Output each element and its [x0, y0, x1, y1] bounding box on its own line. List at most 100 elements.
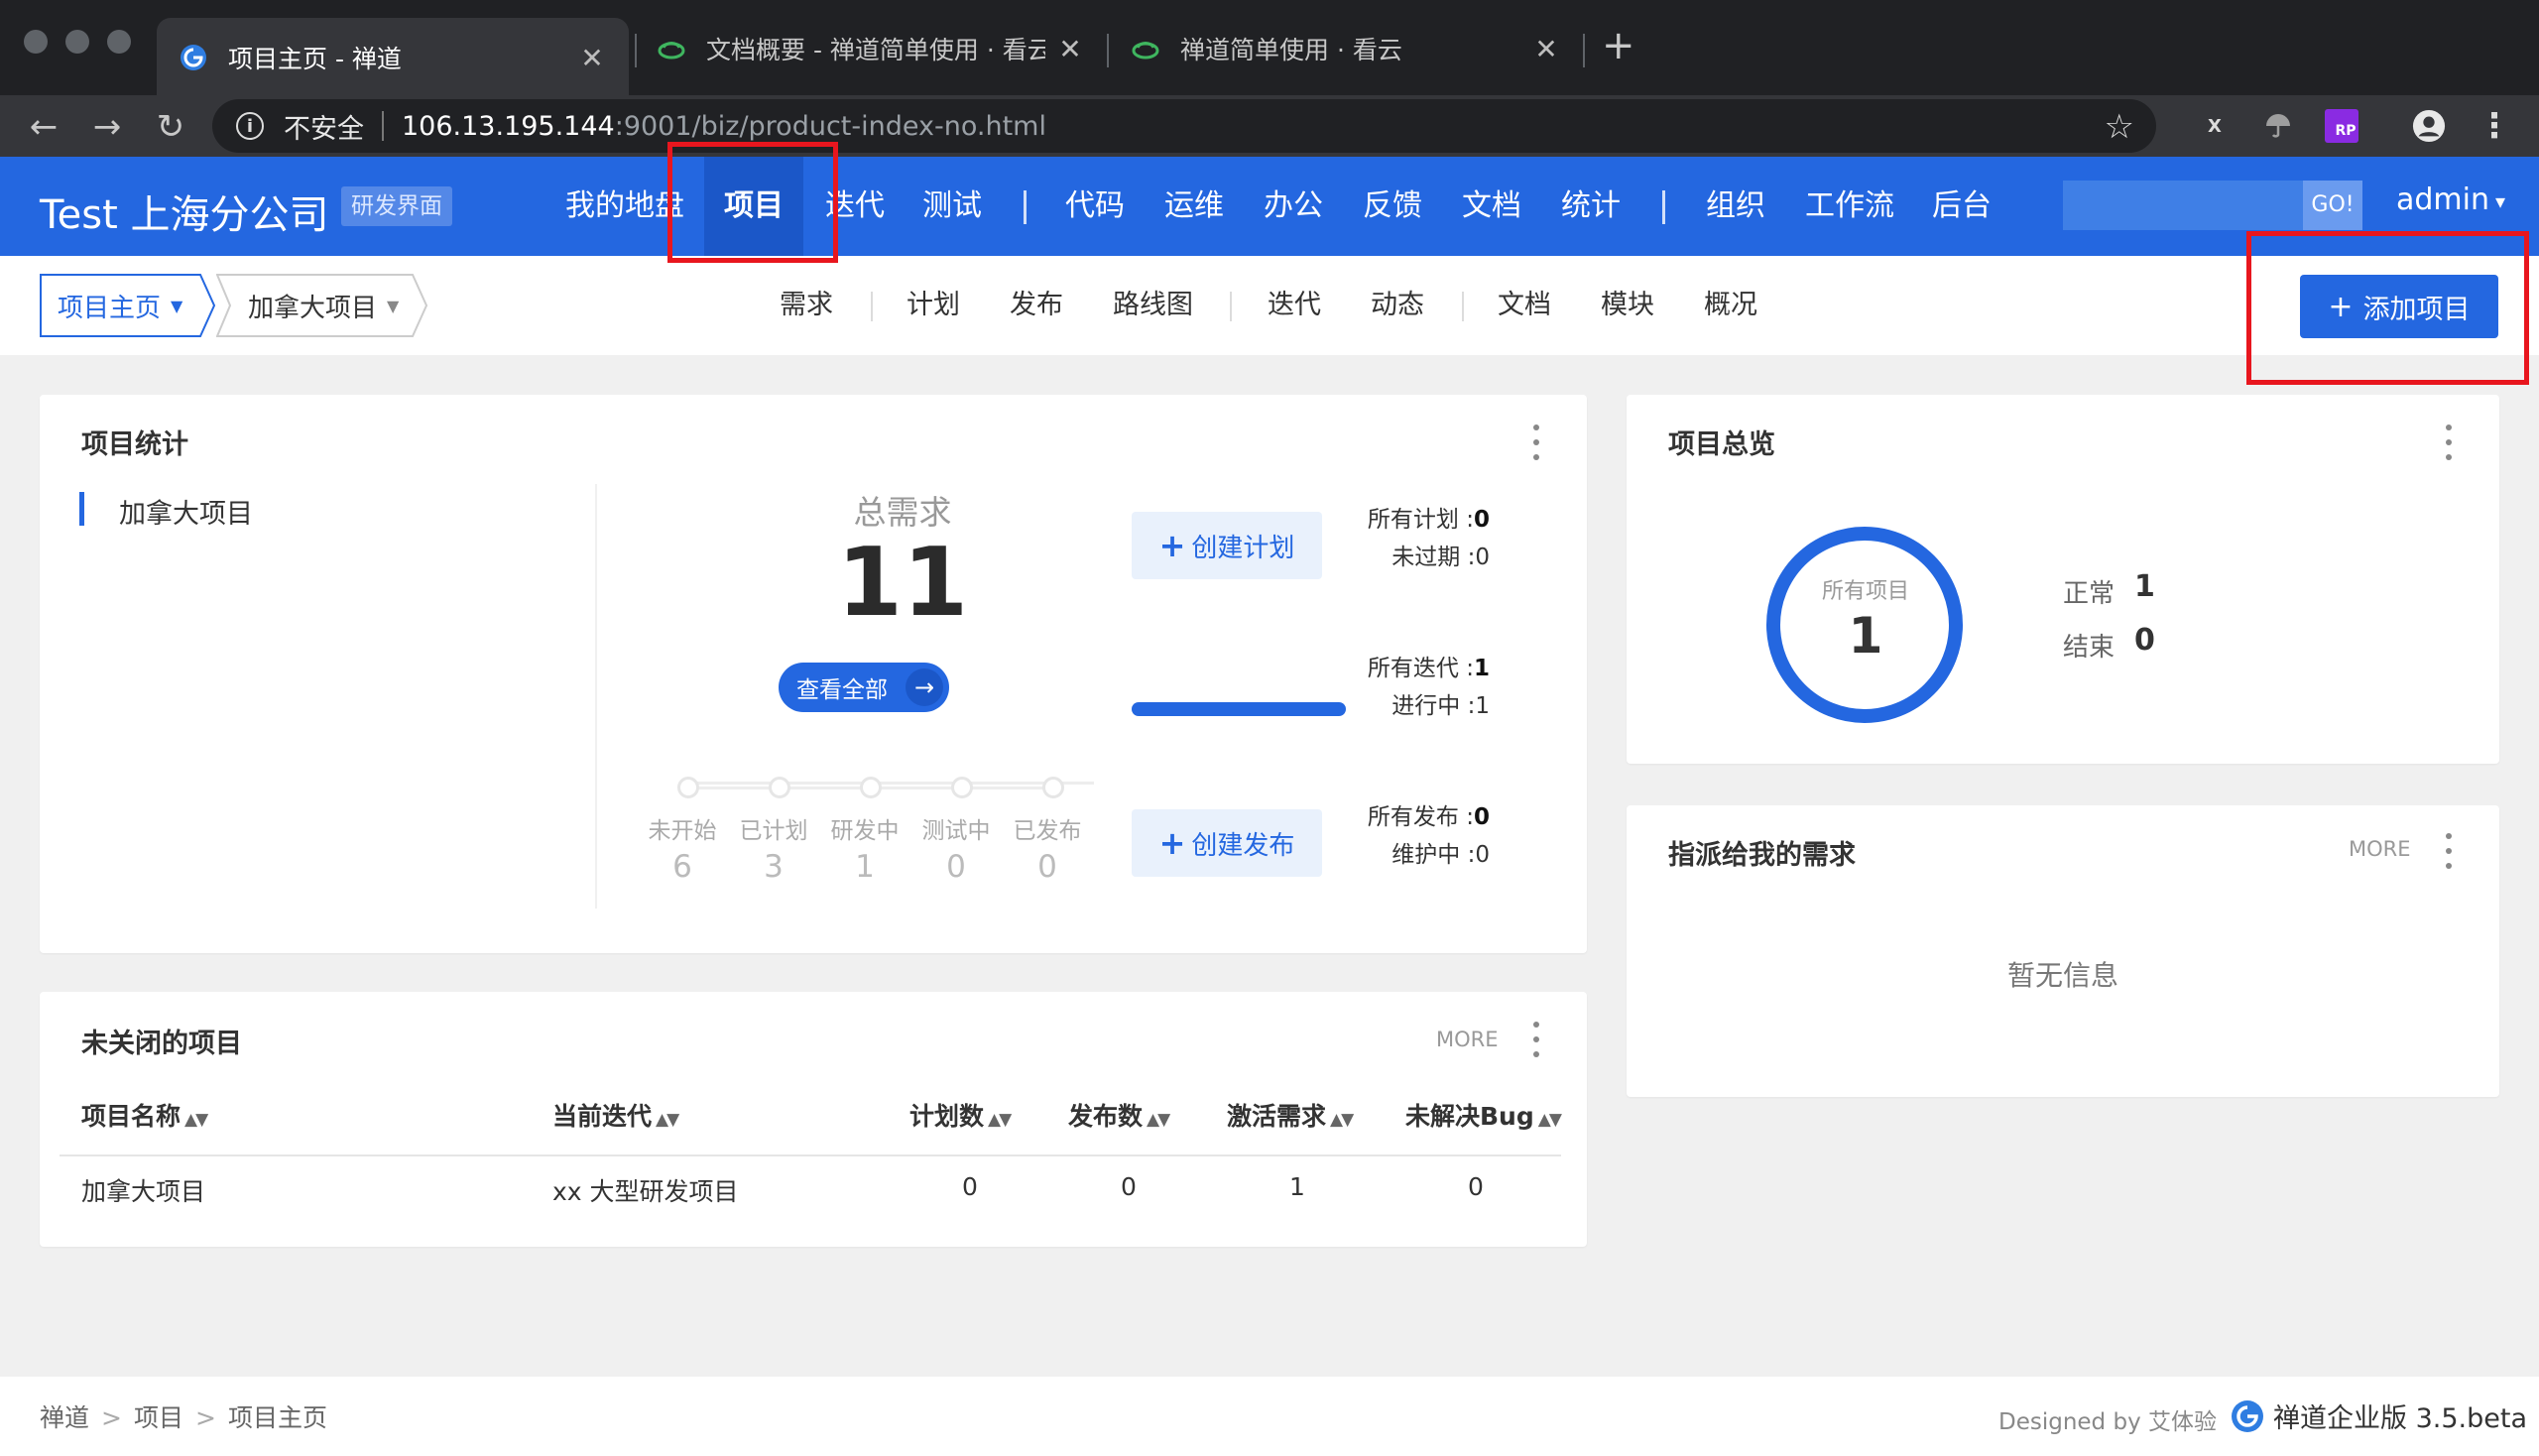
nav-docs[interactable]: 文档: [1462, 157, 1521, 256]
tab-title: 文档概要 - 禅道简单使用 · 看云: [706, 36, 1045, 64]
header-search-input[interactable]: [2063, 181, 2301, 230]
search-go-button[interactable]: GO!: [2303, 181, 2362, 230]
subnav-modules[interactable]: 模块: [1601, 256, 1654, 355]
project-list-item[interactable]: 加拿大项目: [119, 492, 253, 531]
view-all-button[interactable]: 查看全部 →: [779, 663, 949, 712]
crumb-current-project[interactable]: 加拿大项目 ▼: [216, 274, 428, 337]
panel-title: 指派给我的需求: [1668, 840, 1856, 871]
browser-tab-doc-summary[interactable]: 文档概要 - 禅道简单使用 · 看云 ✕: [635, 16, 1107, 81]
nav-stats[interactable]: 统计: [1561, 157, 1621, 256]
subnav-docs[interactable]: 文档: [1498, 256, 1551, 355]
panel-title: 项目总览: [1668, 429, 1775, 460]
browser-tab-zentao-usage[interactable]: 禅道简单使用 · 看云 ✕: [1109, 16, 1583, 81]
more-link[interactable]: MORE: [2349, 837, 2411, 861]
tab-close-icon[interactable]: ✕: [1055, 33, 1085, 65]
nav-ops[interactable]: 运维: [1164, 157, 1224, 256]
create-release-button[interactable]: + 创建发布: [1132, 809, 1322, 877]
version-info[interactable]: 禅道企业版 3.5.beta: [2230, 1396, 2527, 1435]
back-arrow-icon[interactable]: ←: [22, 105, 65, 149]
panel-menu-icon[interactable]: [2439, 425, 2459, 460]
extension-umbrella-icon[interactable]: [2261, 109, 2295, 143]
nav-test[interactable]: 测试: [922, 157, 982, 256]
site-info-icon[interactable]: i: [236, 112, 264, 140]
nav-admin[interactable]: 后台: [1932, 157, 1992, 256]
window-close-dot[interactable]: [24, 30, 48, 54]
url-path: :9001/biz/product-index-no.html: [614, 110, 1046, 142]
create-plan-button[interactable]: + 创建计划: [1132, 512, 1322, 579]
subnav-overview[interactable]: 概况: [1704, 256, 1757, 355]
highlight-box-project-nav: [667, 142, 838, 263]
table-cell-project-name[interactable]: 加拿大项目: [81, 1172, 205, 1208]
create-plan-label: 创建计划: [1191, 533, 1295, 563]
panel-menu-icon[interactable]: [2439, 833, 2459, 869]
tab-close-icon[interactable]: ✕: [1531, 33, 1561, 65]
crumb-project-home[interactable]: 项目主页 ▼: [40, 274, 216, 337]
bookmark-star-icon[interactable]: ☆: [2105, 107, 2134, 147]
nav-org[interactable]: 组织: [1706, 157, 1765, 256]
panel-menu-icon[interactable]: [1526, 425, 1546, 460]
browser-tab-project-home[interactable]: 项目主页 - 禅道 ✕: [157, 18, 629, 97]
tab-close-icon[interactable]: ✕: [577, 42, 607, 74]
company-brand[interactable]: Test 上海分公司: [40, 182, 328, 240]
extension-x-icon[interactable]: X: [2198, 109, 2232, 143]
table-header-divider: [60, 1154, 1561, 1156]
maintaining-releases-stat: 维护中 :0: [1391, 842, 1490, 868]
more-link[interactable]: MORE: [1436, 1028, 1499, 1051]
new-tab-icon[interactable]: +: [1602, 26, 1635, 65]
column-header-current-iteration[interactable]: 当前迭代 ▲▼: [552, 1097, 679, 1133]
column-header-plan-count[interactable]: 计划数 ▲▼: [909, 1097, 1012, 1133]
stage-label-not-started: 未开始: [648, 818, 717, 844]
unclosed-projects-panel: 未关闭的项目 MORE 项目名称 ▲▼ 当前迭代 ▲▼ 计划数 ▲▼ 发布数 ▲▼ 激活…: [40, 992, 1587, 1247]
total-stories-label: 总需求: [853, 493, 952, 532]
chevron-down-icon: ▼: [171, 296, 183, 315]
subnav-plans[interactable]: 计划: [907, 256, 960, 355]
extension-rp-icon[interactable]: RP: [2325, 109, 2358, 143]
kancloud-favicon-icon: [657, 34, 686, 63]
plus-icon: +: [1158, 527, 1186, 564]
panel-divider: [595, 484, 597, 909]
column-header-release-count[interactable]: 发布数 ▲▼: [1068, 1097, 1170, 1133]
nav-workflow[interactable]: 工作流: [1805, 157, 1894, 256]
subnav-dynamics[interactable]: 动态: [1371, 256, 1424, 355]
subnav-releases[interactable]: 发布: [1010, 256, 1063, 355]
table-cell-current-iteration[interactable]: xx 大型研发项目: [552, 1172, 739, 1208]
footer-crumb-project[interactable]: 项目: [134, 1403, 183, 1432]
arrow-right-icon: →: [906, 668, 943, 706]
interface-badge[interactable]: 研发界面: [341, 186, 452, 226]
tab-title: 项目主页 - 禅道: [228, 45, 402, 73]
all-releases-stat: 所有发布 :0: [1367, 804, 1490, 830]
stage-dot: [769, 777, 790, 798]
profile-avatar-icon[interactable]: [2412, 109, 2446, 143]
subnav-iterations[interactable]: 迭代: [1268, 256, 1321, 355]
column-header-active-stories[interactable]: 激活需求 ▲▼: [1227, 1097, 1354, 1133]
nav-my-desk[interactable]: 我的地盘: [565, 157, 684, 256]
stage-label-developing: 研发中: [830, 818, 900, 844]
stage-dot: [951, 777, 973, 798]
table-cell-active-stories: 1: [1289, 1172, 1305, 1201]
user-menu[interactable]: admin ▾: [2396, 182, 2505, 217]
column-header-open-bugs[interactable]: 未解决Bug ▲▼: [1405, 1097, 1562, 1133]
panel-menu-icon[interactable]: [1526, 1022, 1546, 1057]
normal-label: 正常: [2063, 579, 2116, 609]
window-zoom-dot[interactable]: [107, 30, 131, 54]
forward-arrow-icon[interactable]: →: [85, 105, 129, 149]
subnav-stories[interactable]: 需求: [780, 256, 833, 355]
footer-crumb-current: 项目主页: [227, 1403, 327, 1432]
footer-crumb-home[interactable]: 禅道: [40, 1403, 89, 1432]
tab-title: 禅道简单使用 · 看云: [1180, 36, 1402, 64]
reload-icon[interactable]: ↻: [149, 105, 192, 149]
subnav-roadmap[interactable]: 路线图: [1113, 256, 1193, 355]
browser-menu-icon[interactable]: ⋮: [2478, 106, 2511, 146]
sort-icon: ▲▼: [656, 1110, 679, 1130]
column-header-project-name[interactable]: 项目名称 ▲▼: [81, 1097, 208, 1133]
designed-by-text[interactable]: Designed by 艾体验: [1998, 1402, 2217, 1436]
nav-feedback[interactable]: 反馈: [1363, 157, 1422, 256]
url-input[interactable]: i 不安全 106.13.195.144:9001/biz/product-in…: [212, 99, 2156, 153]
header-search: GO!: [2063, 181, 2362, 230]
sort-icon: ▲▼: [1147, 1110, 1170, 1130]
stage-track: [687, 782, 1094, 785]
window-minimize-dot[interactable]: [65, 30, 89, 54]
nav-code[interactable]: 代码: [1065, 157, 1125, 256]
nav-office[interactable]: 办公: [1264, 157, 1323, 256]
chevron-down-icon: ▾: [2495, 188, 2506, 213]
